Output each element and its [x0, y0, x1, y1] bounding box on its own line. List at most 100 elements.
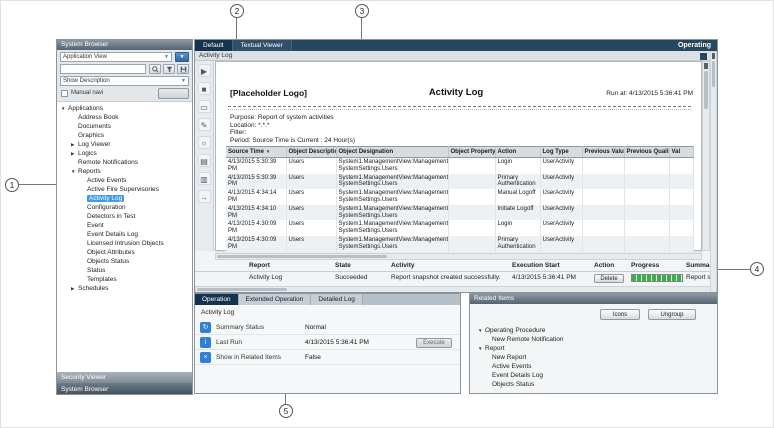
col-object-designation[interactable]: Object Designation: [336, 147, 448, 158]
icons-button[interactable]: Icons: [600, 309, 640, 320]
col-object-description[interactable]: Object Description: [286, 147, 336, 158]
manual-nav-checkbox[interactable]: [61, 90, 68, 97]
zoom-icon[interactable]: ○: [198, 136, 211, 149]
col-previous-value[interactable]: Previous Value: [582, 147, 624, 158]
col-value[interactable]: Val: [669, 147, 693, 158]
view-dropdown[interactable]: Application View ▼: [60, 52, 172, 62]
description-dropdown-label: Show Description: [63, 77, 110, 85]
tree-item-log-viewer[interactable]: ▶Log Viewer: [57, 140, 192, 149]
tree-item-label: Event Details Log: [87, 231, 138, 238]
tree-item-address-book[interactable]: Address Book: [57, 113, 192, 122]
scrollbar-thumb[interactable]: [704, 71, 708, 109]
expander-icon[interactable]: ▶: [71, 140, 78, 149]
tree-item-label: Configuration: [87, 204, 126, 211]
tree-item-configuration[interactable]: Configuration: [57, 203, 192, 212]
print-icon[interactable]: ▥: [198, 172, 211, 185]
report-horizontal-scrollbar[interactable]: [215, 253, 702, 260]
panel-menu-icon[interactable]: [700, 53, 707, 60]
delete-button[interactable]: Delete: [594, 274, 624, 283]
tab-detailed-log[interactable]: Detailed Log: [311, 294, 363, 305]
col-label: Object Description: [289, 149, 337, 155]
operation-row-value: Normal: [305, 324, 326, 331]
related-item-active-events[interactable]: Active Events: [478, 362, 713, 371]
tree-item-reports[interactable]: ▼Reports: [57, 167, 192, 176]
select-area-icon[interactable]: ▭: [198, 100, 211, 113]
tree-item-licensed-intrusion-objects[interactable]: Licensed Intrusion Objects: [57, 239, 192, 248]
expander-icon[interactable]: ▼: [61, 104, 68, 113]
tree-item-logics[interactable]: ▶Logics: [57, 149, 192, 158]
pane-vertical-scrollbar[interactable]: [710, 51, 717, 293]
edit-icon[interactable]: ✎: [198, 118, 211, 131]
related-item-objects-status[interactable]: Objects Status: [478, 380, 713, 389]
tree-item-schedules[interactable]: ▶Schedules: [57, 284, 192, 293]
scrollbar-thumb[interactable]: [197, 288, 287, 291]
hide-icon: ×: [200, 352, 211, 363]
exec-col-activity: Activity: [391, 262, 512, 270]
tab-operation[interactable]: Operation: [195, 294, 239, 305]
expander-icon[interactable]: ▶: [71, 284, 78, 293]
tree-item-applications[interactable]: ▼Applications: [57, 104, 192, 113]
col-log-type[interactable]: Log Type: [540, 147, 582, 158]
save-icon[interactable]: ▤: [198, 154, 211, 167]
tree-item-active-fire-supervisories[interactable]: Active Fire Supervisories: [57, 185, 192, 194]
search-icon[interactable]: [149, 64, 161, 74]
scrollbar-thumb[interactable]: [712, 61, 715, 87]
tab-textual-viewer[interactable]: Textual Viewer: [233, 40, 292, 51]
related-group-operating-procedure[interactable]: ▼Operating Procedure: [478, 326, 713, 335]
sidebar-action-button[interactable]: [158, 88, 189, 99]
col-object-property[interactable]: Object Property: [448, 147, 495, 158]
scroll-up-icon[interactable]: [704, 63, 708, 69]
chevron-down-icon: ▼: [180, 54, 185, 60]
stop-icon[interactable]: ■: [198, 82, 211, 95]
tree-item-active-events[interactable]: Active Events: [57, 176, 192, 185]
search-input[interactable]: [60, 64, 146, 74]
exec-state: Succeeded: [335, 274, 391, 282]
tree-item-event-details-log[interactable]: Event Details Log: [57, 230, 192, 239]
tree-item-label: Detectors in Test: [87, 213, 135, 220]
save-icon[interactable]: [177, 64, 189, 74]
run-icon[interactable]: ▶: [198, 64, 211, 77]
related-item-new-remote-notification[interactable]: New Remote Notification: [478, 335, 713, 344]
cell-time: 4/13/2015 4:30:09 PM: [226, 236, 286, 252]
cell-designation: System1.ManagementView:ManagementView. S…: [336, 158, 448, 174]
tree-item-label: Objects Status: [87, 258, 129, 265]
cell-prev-quality: [624, 205, 669, 221]
export-icon[interactable]: →: [198, 190, 211, 203]
pane-horizontal-scrollbar[interactable]: [195, 286, 711, 293]
tree-item-activity-log[interactable]: Activity Log: [57, 194, 192, 203]
system-browser-bar[interactable]: System Browser: [57, 383, 192, 395]
execute-button[interactable]: Execute: [416, 338, 452, 348]
tab-default[interactable]: Default: [195, 40, 233, 51]
tree-item-objects-status[interactable]: Objects Status: [57, 257, 192, 266]
tree-item-status[interactable]: Status: [57, 266, 192, 275]
expander-icon[interactable]: ▼: [71, 167, 78, 176]
related-group-report[interactable]: ▼Report: [478, 344, 713, 353]
cell-time: 4/13/2015 4:34:10 PM: [226, 205, 286, 221]
tree-item-documents[interactable]: Documents: [57, 122, 192, 131]
related-item-event-details-log[interactable]: Event Details Log: [478, 371, 713, 380]
col-action[interactable]: Action: [495, 147, 540, 158]
security-viewer-bar[interactable]: Security Viewer: [57, 372, 192, 383]
filter-icon[interactable]: [163, 64, 175, 74]
tree-item-remote-notifications[interactable]: Remote Notifications: [57, 158, 192, 167]
tab-extended-operation[interactable]: Extended Operation: [239, 294, 312, 305]
report-vertical-scrollbar[interactable]: [702, 61, 710, 251]
cell-property: [448, 158, 495, 174]
tree-item-templates[interactable]: Templates: [57, 275, 192, 284]
scrollbar-thumb[interactable]: [217, 255, 387, 258]
col-source-time[interactable]: Source Time▼: [226, 147, 286, 158]
expander-icon[interactable]: ▼: [478, 326, 485, 335]
expander-icon[interactable]: ▼: [478, 344, 485, 353]
scroll-up-icon[interactable]: [712, 53, 715, 59]
ungroup-button[interactable]: Ungroup: [648, 309, 696, 320]
tree-item-graphics[interactable]: Graphics: [57, 131, 192, 140]
execution-row[interactable]: Activity Log Succeeded Report snapshot c…: [195, 274, 711, 286]
expander-icon[interactable]: ▶: [71, 149, 78, 158]
view-menu-button[interactable]: ▼: [175, 52, 189, 62]
tree-item-event[interactable]: Event: [57, 221, 192, 230]
description-dropdown[interactable]: Show Description ▼: [60, 76, 189, 86]
col-previous-quality[interactable]: Previous Quality: [624, 147, 669, 158]
tree-item-object-attributes[interactable]: Object Attributes: [57, 248, 192, 257]
tree-item-detectors-in-test[interactable]: Detectors in Test: [57, 212, 192, 221]
related-item-new-report[interactable]: New Report: [478, 353, 713, 362]
